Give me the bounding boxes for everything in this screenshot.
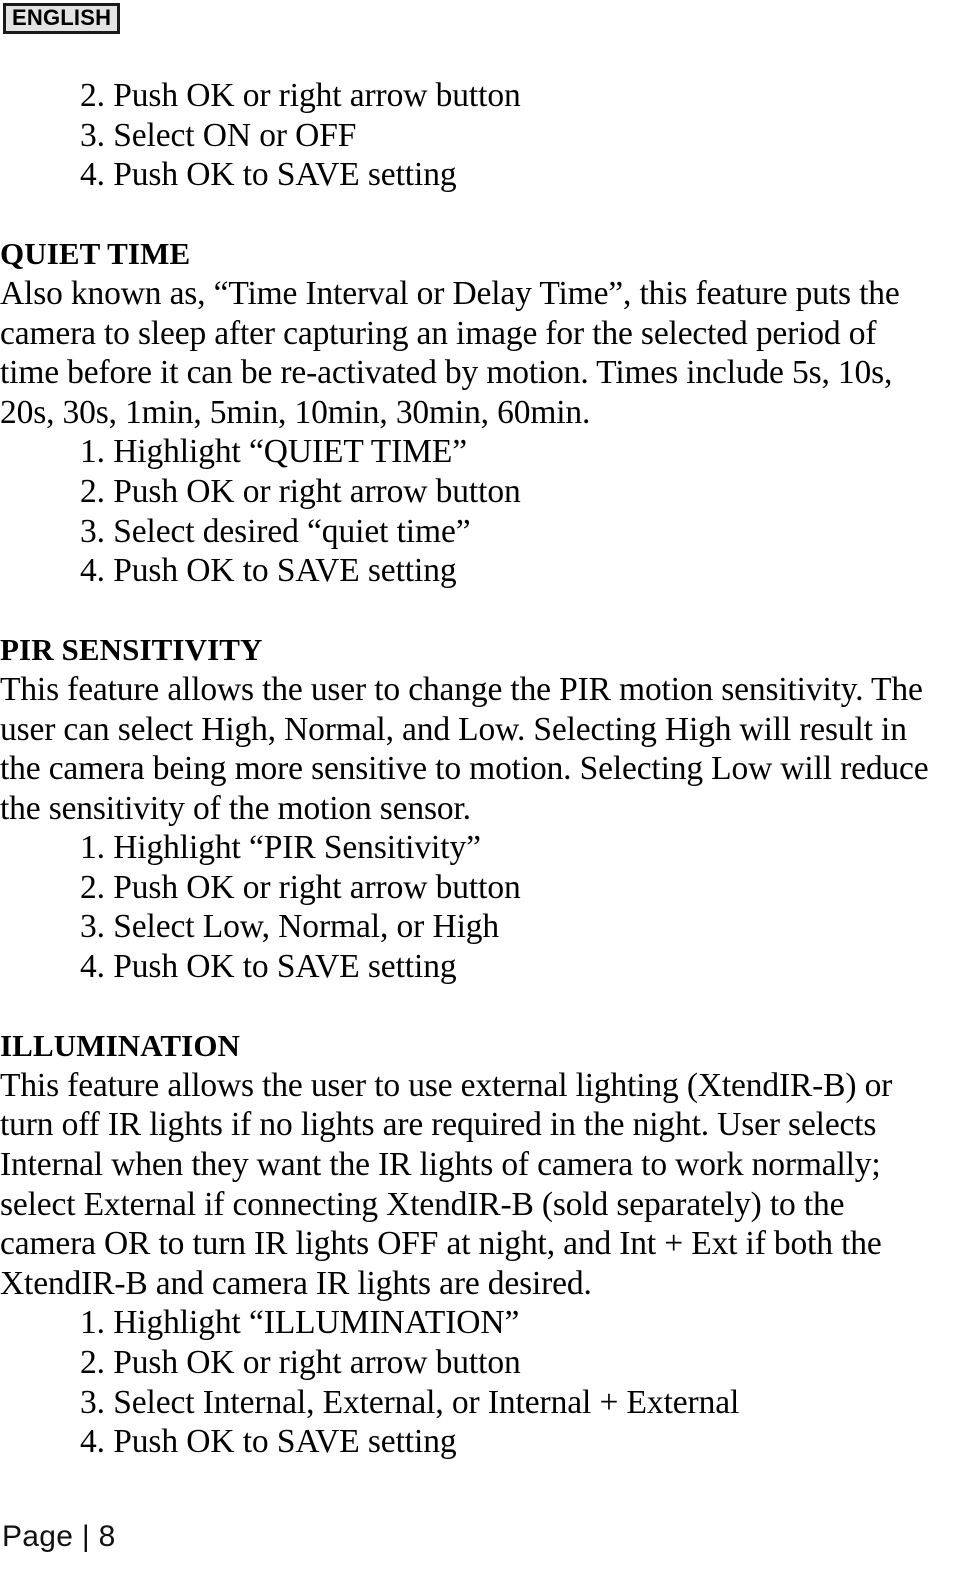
list-item: 3. Select desired “quiet time”: [80, 512, 471, 550]
section-paragraph: This feature allows the user to use exte…: [0, 1066, 930, 1304]
language-badge: ENGLISH: [3, 3, 121, 34]
paragraph-line: 20s, 30s, 1min, 5min, 10min, 30min, 60mi…: [0, 393, 591, 431]
list-item: 3. Select ON or OFF: [80, 116, 357, 154]
step-list-continued: 2. Push OK or right arrow button 3. Sele…: [0, 76, 952, 195]
section-paragraph: Also known as, “Time Interval or Delay T…: [0, 274, 930, 432]
section-heading: QUIET TIME: [0, 236, 191, 272]
paragraph-line: This feature allows the user to change t…: [0, 670, 923, 708]
list-item: 4. Push OK to SAVE setting: [80, 948, 457, 986]
list-item: 2. Push OK or right arrow button: [80, 472, 521, 510]
paragraph-line: the sensitivity of the motion sensor.: [0, 789, 471, 827]
page-number-footer: Page | 8: [2, 1520, 116, 1553]
paragraph-line: Internal when they want the IR lights of…: [0, 1146, 881, 1184]
list-item: 4. Push OK to SAVE setting: [80, 552, 457, 590]
step-list: 1. Highlight “QUIET TIME” 2. Push OK or …: [0, 432, 952, 590]
list-item: 2. Push OK or right arrow button: [80, 77, 521, 114]
list-item: 2. Push OK or right arrow button: [80, 1344, 521, 1381]
section-heading: PIR SENSITIVITY: [0, 632, 263, 668]
list-item: 1. Highlight “PIR Sensitivity”: [80, 829, 481, 867]
paragraph-line: the camera being more sensitive to motio…: [0, 750, 929, 788]
list-item: 2. Push OK or right arrow button: [80, 868, 521, 906]
section-heading: ILLUMINATION: [0, 1028, 241, 1064]
section-quiet-time: QUIET TIME Also known as, “Time Interval…: [0, 234, 952, 590]
section-pir-sensitivity: PIR SENSITIVITY This feature allows the …: [0, 630, 952, 986]
step-list: 1. Highlight “PIR Sensitivity” 2. Push O…: [0, 828, 952, 986]
paragraph-line: select External if connecting XtendIR-B …: [0, 1185, 845, 1223]
list-item: 1. Highlight “ILLUMINATION”: [80, 1304, 520, 1342]
paragraph-line: Also known as, “Time Interval or Delay T…: [0, 274, 900, 312]
paragraph-line: time before it can be re-activated by mo…: [0, 354, 893, 392]
step-list: 1. Highlight “ILLUMINATION” 2. Push OK o…: [0, 1303, 952, 1461]
paragraph-line: XtendIR-B and camera IR lights are desir…: [0, 1264, 592, 1302]
list-item: 1. Highlight “QUIET TIME”: [80, 433, 468, 471]
paragraph-line: camera OR to turn IR lights OFF at night…: [0, 1225, 882, 1263]
list-item: 3. Select Low, Normal, or High: [80, 908, 500, 946]
paragraph-line: camera to sleep after capturing an image…: [0, 314, 877, 352]
paragraph-line: This feature allows the user to use exte…: [0, 1066, 893, 1104]
paragraph-line: turn off IR lights if no lights are requ…: [0, 1106, 877, 1144]
list-item: 4. Push OK to SAVE setting: [80, 156, 457, 194]
list-item: 4. Push OK to SAVE setting: [80, 1423, 457, 1461]
section-paragraph: This feature allows the user to change t…: [0, 670, 930, 828]
paragraph-line: user can select High, Normal, and Low. S…: [0, 710, 907, 748]
section-illumination: ILLUMINATION This feature allows the use…: [0, 1026, 952, 1462]
document-body: 2. Push OK or right arrow button 3. Sele…: [0, 76, 952, 1462]
list-item: 3. Select Internal, External, or Interna…: [80, 1383, 740, 1421]
